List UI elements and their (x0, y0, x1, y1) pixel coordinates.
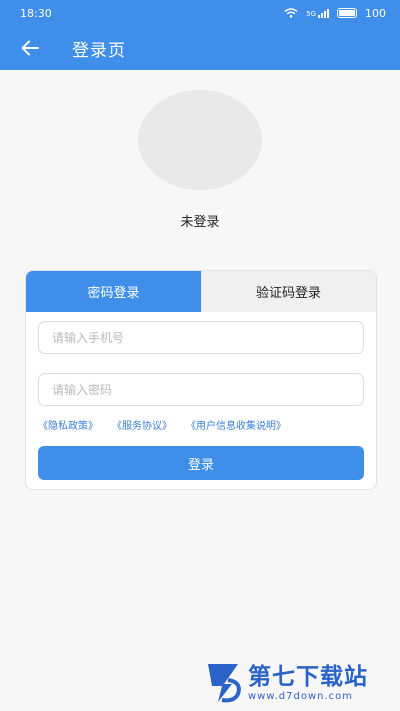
app-bar: 登录页 (0, 26, 400, 70)
status-icons: 5G 100 (284, 7, 386, 20)
top-bar: 18:30 5G 100 登录页 (0, 0, 400, 70)
login-tabs: 密码登录 验证码登录 (26, 271, 376, 312)
signal-icon: 5G (306, 8, 329, 18)
back-button[interactable] (0, 26, 60, 70)
status-bar: 18:30 5G 100 (0, 0, 400, 26)
arrow-left-icon (21, 40, 39, 56)
user-info-collection-link[interactable]: 《用户信息收集说明》 (186, 417, 286, 432)
avatar[interactable] (138, 90, 262, 190)
password-input[interactable] (38, 373, 364, 406)
battery-icon (337, 8, 357, 18)
status-time: 18:30 (20, 6, 52, 20)
signal-text: 5G (306, 9, 316, 18)
tab-code-login[interactable]: 验证码登录 (201, 271, 376, 312)
agreement-links: 《隐私政策》 《服务协议》 《用户信息收集说明》 (38, 417, 286, 432)
login-card: 密码登录 验证码登录 《隐私政策》 《服务协议》 《用户信息收集说明》 登录 (25, 270, 377, 490)
watermark-text: 第七下载站 www.d7down.com (248, 663, 368, 702)
page-title: 登录页 (72, 40, 126, 61)
signal-bar (318, 14, 320, 18)
login-status: 未登录 (180, 215, 220, 230)
privacy-policy-link[interactable]: 《隐私政策》 (38, 417, 98, 432)
login-button[interactable]: 登录 (38, 446, 364, 480)
phone-input[interactable] (38, 321, 364, 354)
watermark-name: 第七下载站 (248, 663, 368, 690)
battery-level: 100 (365, 6, 386, 20)
watermark-url: www.d7down.com (248, 690, 354, 702)
service-agreement-link[interactable]: 《服务协议》 (112, 417, 172, 432)
signal-bar (321, 12, 323, 18)
signal-bar (324, 10, 326, 18)
wifi-icon (284, 8, 298, 18)
watermark-logo-icon (208, 664, 241, 703)
tab-password-login[interactable]: 密码登录 (26, 271, 201, 312)
signal-bar (327, 8, 329, 18)
watermark: 第七下载站 www.d7down.com (204, 660, 368, 704)
